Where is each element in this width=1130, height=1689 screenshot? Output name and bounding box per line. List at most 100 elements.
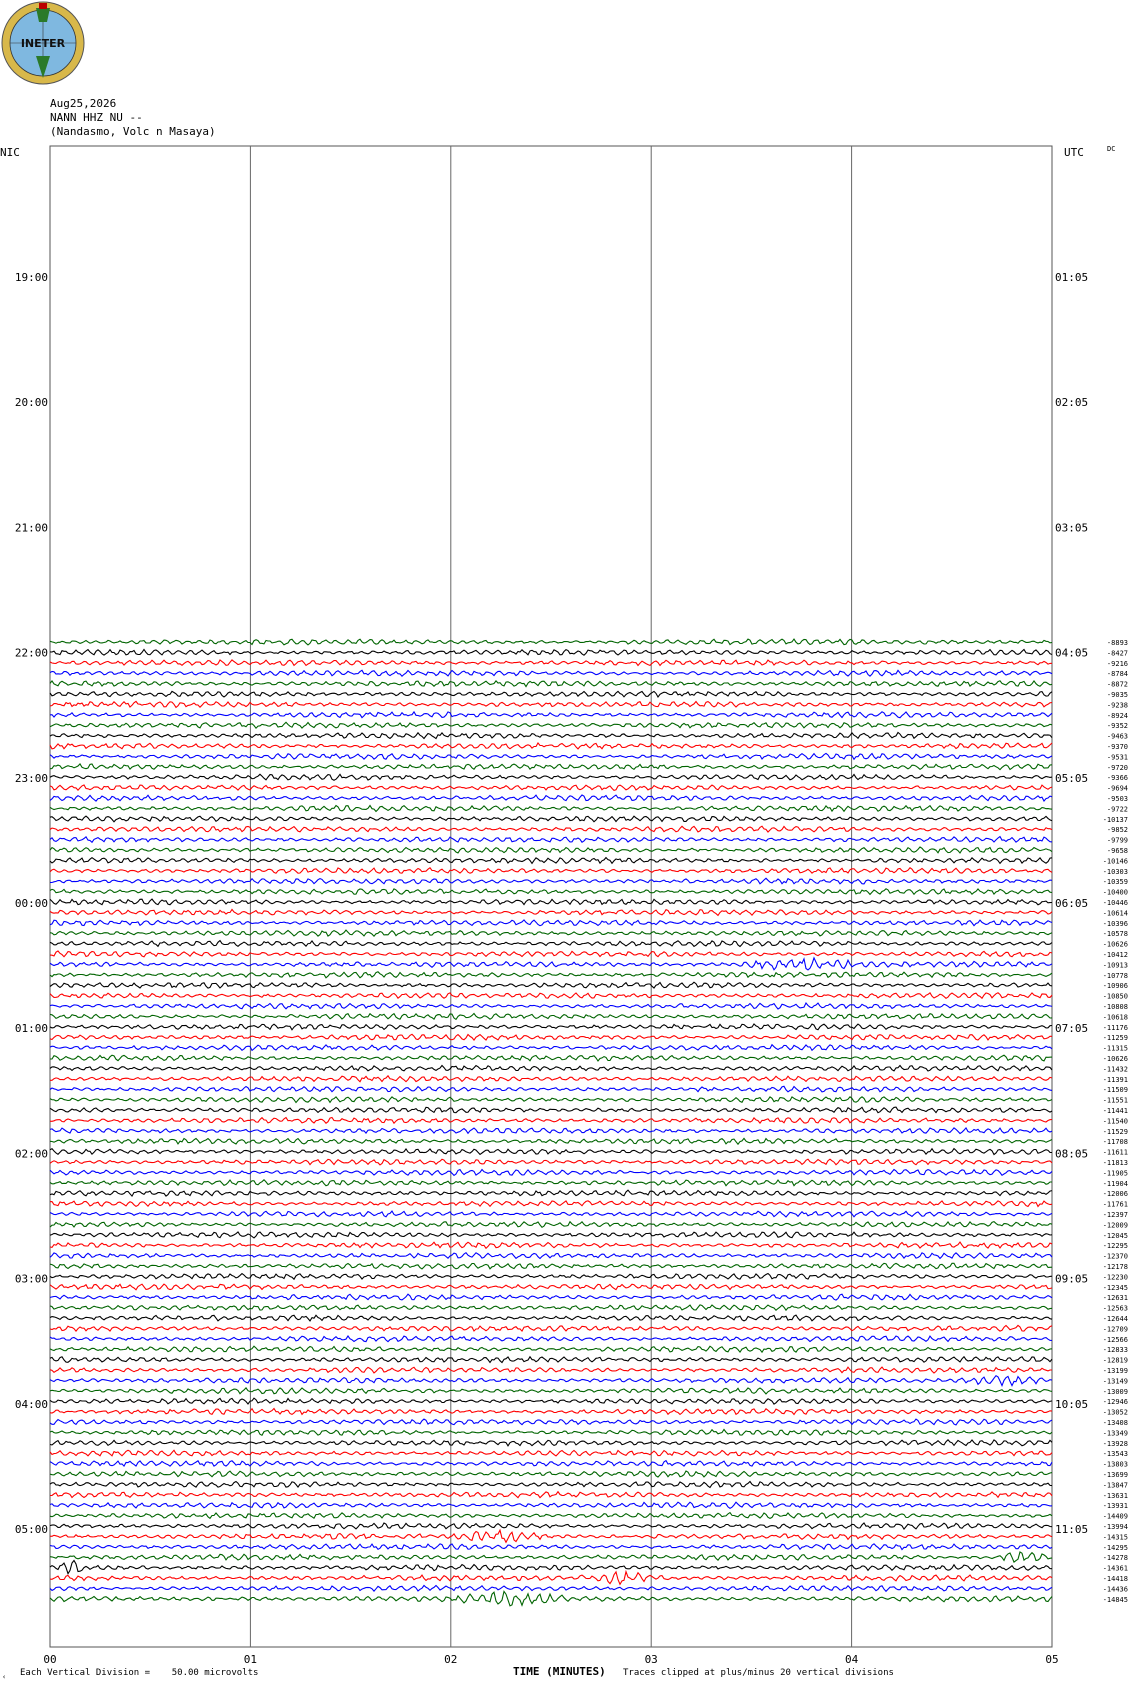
seismic-trace [49, 1324, 1053, 1333]
right-time-label: 10:05 [1055, 1398, 1088, 1411]
corner-mark: ‹ [2, 1673, 7, 1681]
trace-offset-label: -13928 [1103, 1440, 1128, 1448]
trace-offset-label: -9463 [1107, 733, 1128, 741]
trace-offset-label: -12566 [1103, 1336, 1128, 1344]
right-time-label: 04:05 [1055, 647, 1088, 660]
seismic-trace [49, 888, 1053, 896]
trace-offset-label: -8427 [1107, 649, 1128, 657]
trace-offset-label: -12006 [1103, 1190, 1128, 1198]
trace-offset-label: -12295 [1103, 1242, 1128, 1250]
seismic-trace [49, 1490, 1053, 1499]
left-time-label: 03:00 [15, 1273, 48, 1286]
seismic-trace [49, 1033, 1052, 1042]
seismic-trace [49, 1584, 1053, 1593]
seismic-trace [49, 1231, 1053, 1239]
seismic-trace [49, 1387, 1053, 1395]
scale-note-value: 50.00 microvolts [171, 1668, 259, 1678]
clip-note: Traces clipped at plus/minus 20 vertical… [623, 1668, 894, 1678]
seismic-trace [49, 1335, 1053, 1343]
seismic-trace [49, 1366, 1052, 1374]
seismic-trace [49, 1501, 1053, 1509]
trace-offset-label: -11540 [1103, 1117, 1128, 1125]
seismic-trace [49, 1043, 1053, 1052]
seismic-trace [49, 1251, 1053, 1260]
trace-offset-label: -9216 [1107, 660, 1128, 668]
seismic-trace [49, 1569, 1053, 1586]
trace-offset-label: -9722 [1107, 805, 1128, 813]
seismic-trace [49, 1470, 1053, 1478]
trace-offset-label: -12833 [1103, 1346, 1128, 1354]
seismic-trace [49, 1355, 1053, 1364]
trace-offset-label: -10614 [1103, 909, 1128, 917]
trace-offset-label: -14436 [1103, 1585, 1128, 1593]
trace-offset-label: -13631 [1103, 1492, 1128, 1500]
seismic-trace [50, 1074, 1053, 1083]
seismic-trace [49, 1283, 1053, 1291]
seismic-trace [49, 710, 1053, 719]
seismic-trace [49, 648, 1053, 656]
trace-offset-label: -14361 [1103, 1565, 1128, 1573]
right-time-label: 03:05 [1055, 521, 1088, 534]
x-tick-label: 02 [444, 1653, 457, 1666]
seismic-trace [49, 1262, 1053, 1270]
trace-offset-label: -10808 [1103, 1003, 1128, 1011]
seismic-trace [49, 731, 1053, 740]
trace-offset-label: -10906 [1103, 982, 1128, 990]
right-time-label: 05:05 [1055, 772, 1088, 785]
trace-offset-label: -12230 [1103, 1273, 1128, 1281]
trace-offset-label: -11708 [1103, 1138, 1128, 1146]
trace-offset-label: -9035 [1107, 691, 1128, 699]
trace-offset-label: -10446 [1103, 899, 1128, 907]
seismic-trace [49, 856, 1053, 865]
left-time-label: 01:00 [15, 1022, 48, 1035]
trace-offset-label: -12563 [1103, 1305, 1128, 1313]
seismic-trace [49, 1137, 1053, 1146]
seismic-trace [49, 679, 1053, 688]
trace-offset-label: -11259 [1103, 1034, 1128, 1042]
trace-offset-label: -10137 [1103, 816, 1128, 824]
seismic-trace [49, 1559, 1053, 1576]
seismic-trace [49, 1126, 1053, 1135]
seismic-trace [49, 638, 1053, 646]
seismic-trace [49, 950, 1053, 958]
left-time-label: 20:00 [15, 396, 48, 409]
seismic-trace [49, 1189, 1053, 1198]
trace-offset-label: -11441 [1103, 1107, 1128, 1115]
trace-offset-label: -14409 [1103, 1513, 1128, 1521]
trace-layer [49, 638, 1053, 1607]
seismic-trace [49, 669, 1053, 677]
seismic-trace [49, 1001, 1053, 1010]
seismic-trace [49, 752, 1053, 761]
trace-offset-label: -10626 [1103, 941, 1128, 949]
seismogram-chart: 00 01 02 03 04 05 19:00 20:00 21:00 22:00 23:00 00:… [0, 145, 1128, 1666]
trace-offset-label: -11761 [1103, 1201, 1128, 1209]
seismic-trace [49, 835, 1053, 844]
trace-offset-label: -9352 [1107, 722, 1128, 730]
trace-offset-label: -8784 [1107, 670, 1128, 678]
trace-offset-label: -12644 [1103, 1315, 1128, 1323]
left-time-label: 05:00 [15, 1523, 48, 1536]
seismic-trace [49, 1064, 1053, 1072]
seismic-trace [49, 1220, 1053, 1229]
trace-offset-label: -9658 [1107, 847, 1128, 855]
left-zone-label: NIC [0, 146, 20, 159]
trace-offset-label: -12009 [1103, 1221, 1128, 1229]
trace-offset-label: -9799 [1107, 837, 1128, 845]
scale-note: Each Vertical Division = 50.00 microvolt… [20, 1668, 258, 1678]
trace-offset-label: -10396 [1103, 920, 1128, 928]
seismic-trace [49, 1179, 1052, 1187]
trace-offset-label: -11176 [1103, 1024, 1128, 1032]
trace-offset-label: -14845 [1103, 1596, 1128, 1604]
trace-offset-label: -12345 [1103, 1284, 1128, 1292]
x-tick-label: 01 [244, 1653, 257, 1666]
trace-offset-label: -14418 [1103, 1575, 1128, 1583]
dc-label: DC [1107, 145, 1115, 153]
trace-offset-label: -12631 [1103, 1294, 1128, 1302]
seismic-trace [49, 1397, 1053, 1405]
x-tick-label: 05 [1045, 1653, 1058, 1666]
trace-offset-label: -12709 [1103, 1325, 1128, 1333]
seismic-trace [49, 1439, 1053, 1447]
trace-offset-label: -12397 [1103, 1211, 1128, 1219]
right-time-label: 06:05 [1055, 897, 1088, 910]
seismic-trace [49, 794, 1053, 802]
